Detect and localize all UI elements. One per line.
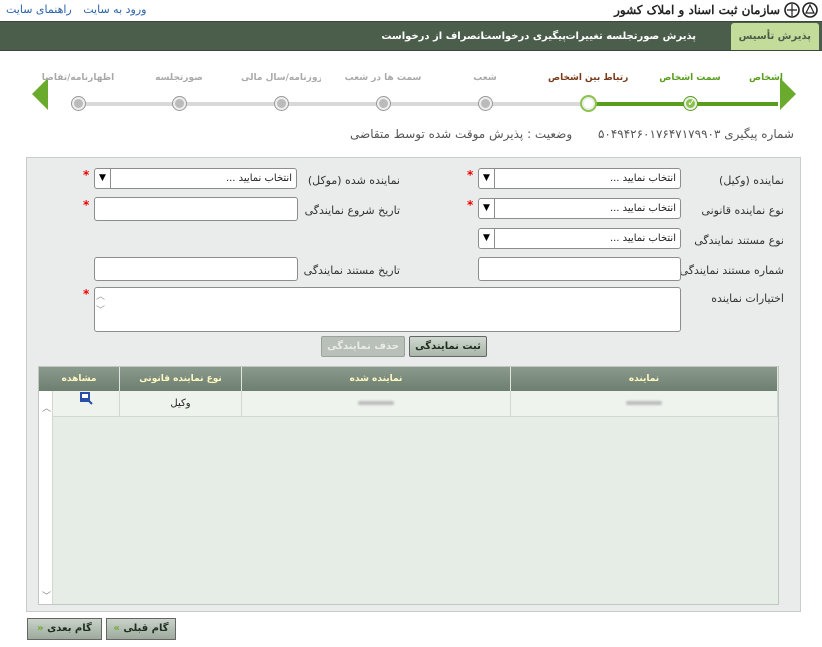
start-date-input[interactable] bbox=[94, 197, 298, 221]
step-dot bbox=[72, 97, 85, 110]
login-link[interactable]: ورود به سایت bbox=[83, 3, 146, 16]
step-label: روزنامه/سال مالی bbox=[241, 73, 321, 83]
scroll-down-icon[interactable]: ﹀ bbox=[42, 589, 51, 602]
prev-step-button[interactable]: گام قبلی » bbox=[106, 618, 176, 640]
required-mark: * bbox=[467, 168, 474, 182]
step-branch-roles[interactable]: سمت ها در شعب bbox=[343, 68, 423, 110]
status-text: وضعیت : پذیرش موقت شده توسط متقاضی bbox=[350, 127, 573, 141]
required-mark: * bbox=[83, 168, 90, 182]
help-link[interactable]: راهنمای سایت bbox=[6, 3, 72, 16]
logo-text: سازمان ثبت اسناد و املاک کشور bbox=[614, 3, 780, 17]
step-newspaper[interactable]: روزنامه/سال مالی bbox=[241, 68, 321, 110]
step-label: صورتجلسه bbox=[155, 73, 203, 83]
prev-step-label: گام قبلی bbox=[123, 623, 169, 634]
step-label: اظهارنامه/تقاضا bbox=[41, 73, 115, 83]
principal-select-value: انتخاب نمایید ... bbox=[225, 173, 292, 184]
doc-number-label: شماره مستند نمایندگی bbox=[679, 264, 784, 277]
doc-number-input[interactable] bbox=[478, 257, 681, 281]
nav-item-cancel[interactable]: انصراف از درخواست bbox=[373, 22, 492, 51]
col-header-view[interactable]: مشاهده bbox=[39, 367, 120, 391]
step-dot bbox=[377, 97, 390, 110]
legal-type-label: نوع نماینده قانونی bbox=[701, 204, 784, 217]
stepper-progress bbox=[586, 102, 778, 106]
powers-textarea[interactable]: ︿ ﹀ bbox=[94, 287, 681, 332]
chevron-down-icon: ▼ bbox=[479, 169, 495, 188]
step-dot bbox=[173, 97, 186, 110]
view-icon[interactable] bbox=[79, 391, 93, 405]
chevron-down-icon: ▼ bbox=[95, 169, 111, 188]
doc-date-input[interactable] bbox=[94, 257, 298, 281]
step-label: ارتباط بین اشخاص bbox=[548, 73, 628, 83]
col-header-agent[interactable]: نماینده bbox=[511, 367, 778, 391]
table-row[interactable]: وکیل bbox=[39, 391, 778, 417]
top-bar: ورود به سایت راهنمای سایت سازمان ثبت اسن… bbox=[0, 0, 822, 21]
step-declaration[interactable]: اظهارنامه/تقاضا bbox=[38, 68, 118, 110]
cell-legal-type: وکیل bbox=[120, 391, 242, 417]
legal-type-select[interactable]: انتخاب نمایید ... ▼ bbox=[478, 198, 681, 219]
step-dot bbox=[582, 97, 595, 110]
scroll-up-icon[interactable]: ︿ bbox=[42, 401, 51, 414]
agent-label: نماینده (وکیل) bbox=[719, 174, 784, 187]
step-dot bbox=[479, 97, 492, 110]
chevron-down-icon: ▼ bbox=[479, 229, 495, 248]
next-step-label: گام بعدی bbox=[47, 623, 92, 634]
required-mark: * bbox=[467, 198, 474, 212]
emblem-icon bbox=[784, 2, 818, 18]
agent-select-value: انتخاب نمایید ... bbox=[609, 173, 676, 184]
start-date-label: تاریخ شروع نمایندگی bbox=[304, 204, 400, 217]
textarea-scrollbar[interactable]: ︿ ﹀ bbox=[96, 290, 105, 318]
main-nav: پذیرش تأسیس پذیرش صورتجلسه تغییرات پیگیر… bbox=[0, 21, 822, 51]
status-line: شماره پیگیری ۵۰۴۹۴۲۶۰۱۷۶۴۷۱۷۹۹۰۳ وضعیت :… bbox=[350, 127, 794, 141]
double-chevron-left-icon: « bbox=[37, 623, 44, 634]
check-icon: ✓ bbox=[687, 96, 697, 109]
step-label: سمت اشخاص bbox=[659, 73, 721, 83]
principal-label: نماینده شده (موکل) bbox=[307, 174, 400, 187]
representation-table: نماینده نماینده شده نوع نماینده قانونی م… bbox=[38, 366, 779, 605]
top-links: ورود به سایت راهنمای سایت bbox=[6, 3, 154, 16]
agent-select[interactable]: انتخاب نمایید ... ▼ bbox=[478, 168, 681, 189]
doc-type-select-value: انتخاب نمایید ... bbox=[609, 233, 676, 244]
principal-select[interactable]: انتخاب نمایید ... ▼ bbox=[94, 168, 297, 189]
col-header-principal[interactable]: نماینده شده bbox=[242, 367, 511, 391]
table-header: نماینده نماینده شده نوع نماینده قانونی م… bbox=[39, 367, 778, 391]
wizard-stepper: اشخاص سمت اشخاص ✓ ارتباط بین اشخاص شعب س… bbox=[28, 68, 800, 114]
step-relations[interactable]: ارتباط بین اشخاص bbox=[548, 68, 628, 110]
step-persons[interactable]: اشخاص bbox=[726, 68, 806, 88]
step-minutes[interactable]: صورتجلسه bbox=[139, 68, 219, 110]
step-branches[interactable]: شعب bbox=[445, 68, 525, 110]
required-mark: * bbox=[83, 287, 90, 301]
cell-principal bbox=[242, 391, 511, 417]
nav-item-changes[interactable]: پذیرش صورتجلسه تغییرات bbox=[557, 22, 704, 51]
chevron-down-icon: ▼ bbox=[479, 199, 495, 218]
next-step-button[interactable]: گام بعدی « bbox=[27, 618, 102, 640]
cell-agent bbox=[511, 391, 778, 417]
double-chevron-right-icon: » bbox=[113, 623, 120, 634]
step-label: سمت ها در شعب bbox=[344, 73, 422, 83]
redacted-text bbox=[626, 401, 662, 405]
step-dot: ✓ bbox=[684, 96, 697, 110]
cell-view bbox=[53, 391, 120, 417]
col-header-legal-type[interactable]: نوع نماینده قانونی bbox=[120, 367, 242, 391]
step-label: اشخاص bbox=[749, 73, 783, 83]
tracking-number: شماره پیگیری ۵۰۴۹۴۲۶۰۱۷۶۴۷۱۷۹۹۰۳ bbox=[597, 127, 794, 141]
logo: سازمان ثبت اسناد و املاک کشور bbox=[614, 0, 818, 20]
step-person-roles[interactable]: سمت اشخاص ✓ bbox=[650, 68, 730, 110]
delete-representation-button[interactable]: حذف نمایندگی bbox=[321, 336, 405, 357]
representation-form: نماینده (وکیل) انتخاب نمایید ... ▼ * نما… bbox=[26, 157, 801, 612]
required-mark: * bbox=[83, 198, 90, 212]
redacted-text bbox=[358, 401, 394, 405]
doc-type-label: نوع مستند نمایندگی bbox=[694, 234, 784, 247]
save-representation-button[interactable]: ثبت نمایندگی bbox=[409, 336, 487, 357]
powers-label: اختیارات نماینده bbox=[711, 292, 784, 305]
table-scrollbar[interactable]: ︿ ﹀ bbox=[39, 391, 53, 604]
step-dot bbox=[275, 97, 288, 110]
step-label: شعب bbox=[473, 73, 497, 83]
doc-type-select[interactable]: انتخاب نمایید ... ▼ bbox=[478, 228, 681, 249]
nav-item-establishment[interactable]: پذیرش تأسیس bbox=[730, 23, 819, 50]
legal-type-select-value: انتخاب نمایید ... bbox=[609, 203, 676, 214]
doc-date-label: تاریخ مستند نمایندگی bbox=[303, 264, 400, 277]
